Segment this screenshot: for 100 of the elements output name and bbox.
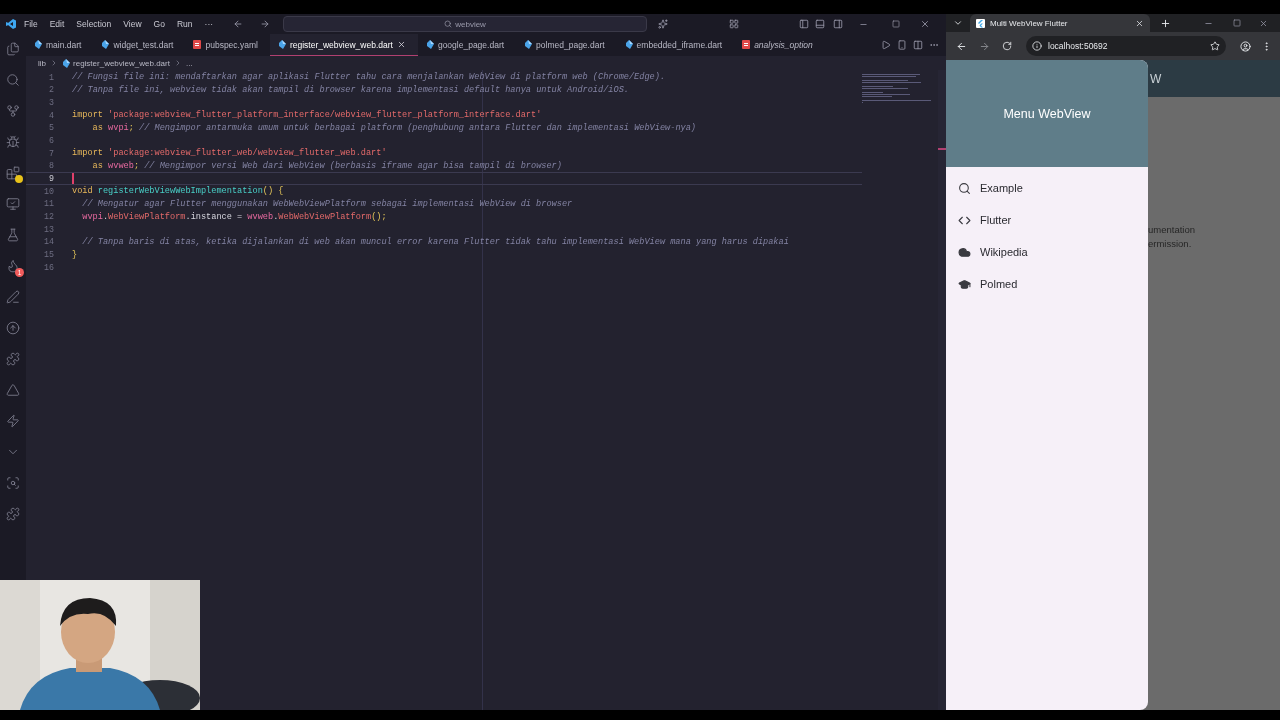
logo-icon bbox=[6, 19, 16, 29]
secondary-sidebar-icon[interactable] bbox=[833, 19, 844, 29]
menu-item[interactable]: Selection bbox=[70, 19, 118, 29]
line-number: 6 bbox=[48, 136, 55, 146]
dart-file-icon bbox=[34, 40, 42, 49]
line-number: 2 bbox=[48, 85, 55, 95]
puzzle-icon[interactable] bbox=[6, 507, 20, 521]
layout-icon[interactable] bbox=[729, 19, 740, 29]
drawer-item[interactable]: Wikipedia bbox=[946, 236, 1148, 268]
close-icon[interactable] bbox=[396, 40, 406, 49]
drawer-title: Menu WebView bbox=[1003, 106, 1091, 121]
split-editor-icon[interactable] bbox=[913, 40, 923, 50]
forward-icon[interactable] bbox=[260, 19, 271, 29]
body-text: umentation bbox=[1148, 223, 1196, 237]
line-number: 10 bbox=[43, 186, 55, 196]
code-line: import 'package:webview_flutter_web/webview_flutter_web.dart' bbox=[72, 148, 387, 159]
editor-tab[interactable]: register_webview_web.dart bbox=[269, 34, 418, 56]
graduation-cap-icon bbox=[958, 277, 971, 291]
close-icon[interactable] bbox=[1259, 18, 1268, 28]
line-number: 16 bbox=[43, 262, 55, 272]
scrollbar[interactable] bbox=[938, 70, 946, 710]
scan-icon[interactable] bbox=[6, 476, 20, 490]
menu-item[interactable]: Go bbox=[147, 19, 171, 29]
chevron-icon bbox=[50, 59, 58, 67]
menu-item[interactable]: Run bbox=[170, 19, 199, 29]
line-number: 3 bbox=[48, 98, 55, 108]
editor-tab[interactable]: google_page.dart bbox=[417, 34, 517, 56]
code-line: as wvweb; // Mengimpor versi Web dari WebView (berbasis iframe agar bisa tampil di browser) bbox=[92, 160, 562, 171]
menu-item[interactable]: File bbox=[18, 19, 44, 29]
pencil-icon[interactable] bbox=[6, 290, 20, 304]
sparkle-icon[interactable] bbox=[658, 19, 669, 29]
breadcrumb-item[interactable]: lib bbox=[38, 58, 46, 68]
menu-item[interactable]: ··· bbox=[198, 19, 220, 29]
menu-item[interactable]: Edit bbox=[43, 19, 71, 29]
arrow-circle-icon[interactable] bbox=[6, 321, 20, 335]
command-center-field[interactable]: webview bbox=[283, 16, 648, 32]
run-icon[interactable] bbox=[881, 40, 891, 50]
star-icon[interactable] bbox=[1210, 41, 1220, 51]
info-icon bbox=[1032, 41, 1042, 51]
line-number: 5 bbox=[48, 123, 55, 133]
dart-file-icon bbox=[524, 40, 533, 49]
line-number: 11 bbox=[43, 199, 55, 209]
line-number: 8 bbox=[48, 161, 55, 171]
back-icon[interactable] bbox=[233, 19, 244, 29]
profile-icon[interactable] bbox=[1240, 40, 1251, 52]
editor-tab[interactable]: polmed_page.dart bbox=[516, 34, 617, 56]
back-icon[interactable] bbox=[956, 40, 967, 52]
close-icon[interactable] bbox=[920, 19, 931, 29]
code-line: // Fungsi file ini: mendaftarkan agar aplikasi Flutter tahu cara menjalankan WebView di platform web (Chrome/Edge). bbox=[72, 72, 666, 83]
line-number: 14 bbox=[43, 237, 55, 247]
code-line: // Tanpa file ini, webview tidak akan tampil di browser karena implementasi default hanya untuk Android/iOS. bbox=[72, 85, 629, 95]
maximize-icon[interactable] bbox=[892, 20, 901, 28]
source-control-icon[interactable] bbox=[6, 104, 20, 118]
maximize-icon[interactable] bbox=[1233, 19, 1241, 27]
dart-file-icon bbox=[277, 40, 286, 49]
dart-file-icon bbox=[101, 40, 110, 49]
dart-file-icon bbox=[425, 40, 434, 49]
yaml-file-icon bbox=[193, 40, 202, 49]
drawer-item[interactable]: Polmed bbox=[946, 268, 1148, 300]
cloud-icon bbox=[958, 245, 971, 259]
triangle-icon[interactable] bbox=[6, 383, 20, 397]
search-icon bbox=[444, 20, 453, 28]
remote-icon[interactable] bbox=[6, 197, 20, 211]
browser-tab[interactable]: Multi WebView Flutter bbox=[970, 14, 1150, 32]
puzzle-icon[interactable] bbox=[6, 352, 20, 366]
lightning-icon[interactable] bbox=[6, 414, 20, 428]
search-icon bbox=[958, 181, 971, 195]
sidebar-toggle-icon[interactable] bbox=[799, 19, 810, 29]
menu-item[interactable]: View bbox=[117, 19, 148, 29]
editor-tab[interactable]: pubspec.yaml bbox=[185, 34, 270, 56]
new-tab-icon[interactable] bbox=[1160, 17, 1171, 29]
device-icon[interactable] bbox=[897, 40, 907, 50]
close-icon[interactable] bbox=[1135, 18, 1144, 28]
flask-icon[interactable] bbox=[6, 228, 20, 242]
body-text: ermission. bbox=[1148, 237, 1193, 251]
flutter-icon bbox=[976, 18, 985, 28]
dart-file-icon bbox=[62, 58, 70, 68]
editor-tab[interactable]: widget_test.dart bbox=[93, 34, 186, 56]
text-cursor bbox=[72, 173, 74, 185]
panel-toggle-icon[interactable] bbox=[815, 19, 826, 29]
line-number: 15 bbox=[43, 250, 55, 259]
code-line: wvpi.WebViewPlatform.instance = wvweb.WebWebViewPlatform(); bbox=[82, 211, 387, 222]
extensions-icon[interactable] bbox=[6, 166, 20, 180]
drawer-item[interactable]: Flutter bbox=[946, 204, 1148, 236]
address-bar[interactable]: localhost:50692 bbox=[1026, 36, 1226, 56]
editor-tab[interactable]: main.dart bbox=[26, 34, 94, 56]
files-icon[interactable] bbox=[6, 42, 20, 56]
reload-icon[interactable] bbox=[1002, 41, 1012, 51]
search-icon[interactable] bbox=[6, 73, 20, 87]
breadcrumb-item[interactable]: register_webview_web.dart bbox=[62, 58, 170, 68]
code-line: // Tanpa baris di atas, ketika dijalankan di web akan muncul error karena Flutter tidak tahu implementasi WebView mana yang harus dipakai bbox=[82, 236, 789, 247]
debug-icon[interactable] bbox=[6, 135, 20, 149]
drawer-item[interactable]: Example bbox=[946, 172, 1148, 204]
flame-icon[interactable] bbox=[6, 259, 20, 273]
tab-search-icon[interactable] bbox=[953, 18, 963, 28]
forward-icon[interactable] bbox=[979, 40, 990, 52]
warning-badge bbox=[15, 175, 23, 183]
editor-tab[interactable]: embedded_iframe.dart bbox=[616, 34, 735, 56]
editor-tab[interactable]: analysis_option bbox=[734, 34, 825, 56]
breadcrumb-item[interactable]: ... bbox=[185, 58, 193, 68]
